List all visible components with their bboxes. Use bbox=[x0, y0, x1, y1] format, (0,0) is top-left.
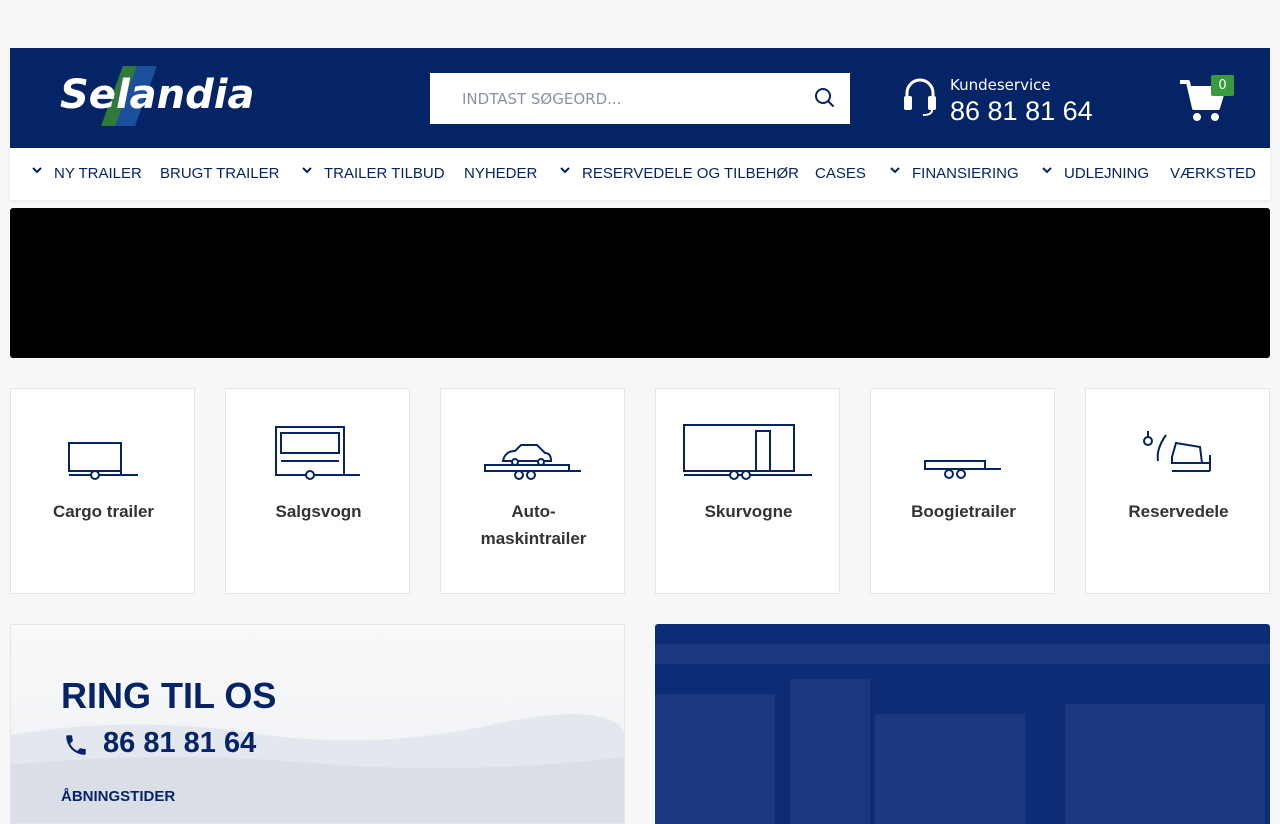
chevron-down-icon bbox=[302, 167, 312, 174]
hero-banner[interactable] bbox=[10, 208, 1270, 358]
nav-item-ny-trailer[interactable]: NY TRAILER bbox=[32, 148, 142, 200]
category-card-cargo-trailer[interactable]: Cargo trailer bbox=[10, 388, 195, 594]
nav-label: VÆRKSTED bbox=[1170, 165, 1256, 182]
chevron-down-icon bbox=[32, 167, 42, 174]
main-navigation: NY TRAILER BRUGT TRAILER TRAILER TILBUD … bbox=[10, 148, 1270, 200]
promo-shape bbox=[875, 714, 1025, 824]
promo-shape bbox=[790, 679, 870, 824]
chevron-down-icon bbox=[890, 167, 900, 174]
promo-shape bbox=[1065, 704, 1265, 824]
nav-item-reservedele[interactable]: RESERVEDELE OG TILBEHØR bbox=[560, 148, 799, 200]
cart-count-badge: 0 bbox=[1211, 75, 1234, 96]
boogie-trailer-icon bbox=[924, 460, 1001, 479]
search-input[interactable] bbox=[430, 73, 800, 124]
nav-label: NY TRAILER bbox=[54, 165, 142, 182]
phone-icon bbox=[66, 735, 86, 755]
opening-hours-heading: ÅBNINGSTIDER bbox=[61, 788, 176, 805]
customer-service-label: Kundeservice bbox=[950, 76, 1051, 94]
nav-label: RESERVEDELE OG TILBEHØR bbox=[582, 165, 800, 182]
site-hut-trailer-icon bbox=[683, 424, 812, 480]
customer-service-phone[interactable]: 86 81 81 64 bbox=[950, 96, 1093, 127]
spare-parts-icon bbox=[1143, 431, 1211, 472]
promo-shape bbox=[655, 644, 1270, 664]
selandia-logo[interactable]: Selandia bbox=[60, 66, 260, 126]
call-us-phone[interactable]: 86 81 81 64 bbox=[103, 727, 256, 760]
search-bar bbox=[430, 73, 850, 124]
sales-wagon-icon bbox=[275, 426, 360, 480]
nav-label: BRUGT TRAILER bbox=[160, 165, 280, 182]
search-icon bbox=[815, 88, 834, 107]
category-label: Auto-maskintrailer bbox=[480, 502, 587, 548]
call-us-box: RING TIL OS 86 81 81 64 ÅBNINGSTIDER bbox=[10, 624, 625, 824]
site-header: Selandia Kundeservice 86 81 81 64 0 bbox=[10, 48, 1270, 148]
category-label: Skurvogne bbox=[704, 502, 793, 521]
promo-shape bbox=[655, 694, 775, 824]
category-label: Reservedele bbox=[1128, 502, 1229, 521]
car-transporter-icon bbox=[484, 444, 581, 480]
category-card-reservedele[interactable]: Reservedele bbox=[1085, 388, 1270, 594]
chevron-down-icon bbox=[560, 167, 570, 174]
nav-item-cases[interactable]: CASES bbox=[815, 148, 866, 200]
nav-label: FINANSIERING bbox=[912, 165, 1019, 182]
category-card-auto-maskintrailer[interactable]: Auto-maskintrailer bbox=[440, 388, 625, 594]
nav-item-nyheder[interactable]: NYHEDER bbox=[464, 148, 537, 200]
search-button[interactable] bbox=[812, 85, 838, 111]
nav-item-vaerksted[interactable]: VÆRKSTED bbox=[1170, 148, 1256, 200]
promo-image-panel[interactable] bbox=[655, 624, 1270, 824]
category-card-salgsvogn[interactable]: Salgsvogn bbox=[225, 388, 410, 594]
logo-text: Selandia bbox=[60, 72, 255, 118]
cargo-trailer-icon bbox=[68, 442, 138, 480]
nav-item-brugt-trailer[interactable]: BRUGT TRAILER bbox=[160, 148, 279, 200]
nav-item-trailer-tilbud[interactable]: TRAILER TILBUD bbox=[302, 148, 445, 200]
call-us-title: RING TIL OS bbox=[61, 675, 277, 716]
nav-label: NYHEDER bbox=[464, 165, 538, 182]
nav-label: UDLEJNING bbox=[1064, 165, 1150, 182]
headset-icon bbox=[904, 78, 936, 116]
category-card-boogietrailer[interactable]: Boogietrailer bbox=[870, 388, 1055, 594]
chevron-down-icon bbox=[1042, 167, 1052, 174]
nav-label: TRAILER TILBUD bbox=[324, 165, 445, 182]
category-label: Cargo trailer bbox=[52, 502, 155, 521]
category-label: Salgsvogn bbox=[275, 502, 362, 521]
category-label: Boogietrailer bbox=[911, 502, 1016, 521]
nav-item-udlejning[interactable]: UDLEJNING bbox=[1042, 148, 1149, 200]
nav-label: CASES bbox=[815, 165, 866, 182]
category-card-skurvogne[interactable]: Skurvogne bbox=[655, 388, 840, 594]
nav-item-finansiering[interactable]: FINANSIERING bbox=[890, 148, 1019, 200]
